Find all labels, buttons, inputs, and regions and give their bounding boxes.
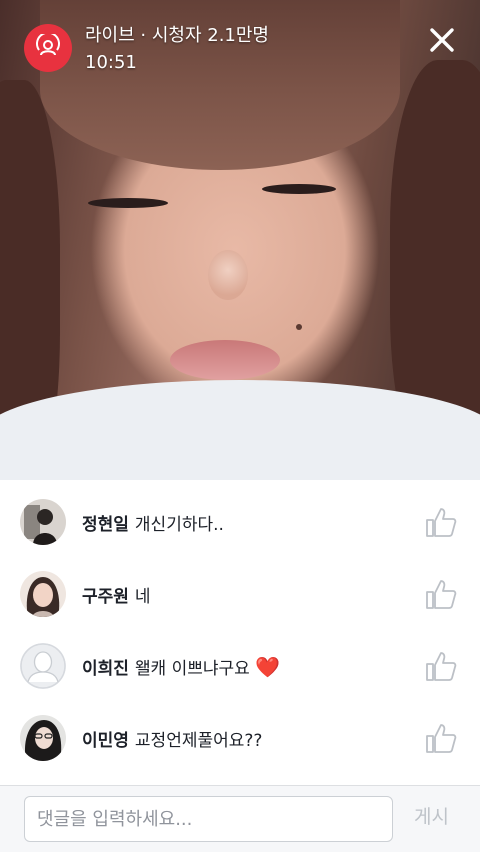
default-avatar-icon[interactable] [20, 643, 66, 689]
video-content [262, 184, 336, 194]
comment-text: 이희진 왤캐 이쁘냐구요 ❤️ [82, 654, 280, 679]
comment-text: 정현일 개신기하다.. [82, 510, 224, 535]
comment-composer: 게시 [0, 785, 480, 852]
thumbs-up-icon[interactable] [424, 577, 458, 611]
live-video-screen: 라이브 · 시청자 2.1만명 10:51 정현일 개신기하다.. 구주원 네 … [0, 0, 480, 852]
comment-author[interactable]: 이민영 [82, 731, 129, 751]
avatar[interactable] [20, 571, 66, 617]
comment-body: 교정언제풀어요?? [134, 730, 263, 751]
close-button[interactable] [424, 22, 460, 58]
thumbs-up-icon[interactable] [424, 649, 458, 683]
comment-item: 이희진 왤캐 이쁘냐구요 ❤️ [0, 630, 480, 702]
comment-item: 정현일 개신기하다.. [0, 486, 480, 558]
comment-text: 이민영 교정언제풀어요?? [82, 726, 262, 751]
comment-author[interactable]: 이희진 [82, 659, 129, 679]
close-icon [430, 28, 454, 52]
thumbs-up-icon[interactable] [424, 505, 458, 539]
comment-body: 개신기하다.. [134, 514, 224, 535]
video-content [296, 324, 302, 330]
video-content [170, 340, 280, 380]
comment-author[interactable]: 구주원 [82, 587, 129, 607]
comment-list: 정현일 개신기하다.. 구주원 네 이희진 왤캐 이쁘냐구요 ❤️ 이민영 교정… [0, 480, 480, 785]
comment-input[interactable] [24, 796, 393, 842]
comment-item: 이민영 교정언제풀어요?? [0, 702, 480, 774]
comment-body: 왤캐 이쁘냐구요 [134, 658, 250, 679]
live-broadcast-icon [24, 24, 72, 72]
video-content [208, 250, 248, 300]
heart-emoji: ❤️ [255, 654, 281, 679]
video-content [0, 380, 480, 480]
thumbs-up-icon[interactable] [424, 721, 458, 755]
avatar[interactable] [20, 715, 66, 761]
avatar-image [20, 571, 66, 617]
live-broadcast-glyph [36, 34, 60, 56]
live-header: 라이브 · 시청자 2.1만명 10:51 [85, 24, 269, 75]
live-viewer-status: 라이브 · 시청자 2.1만명 [85, 25, 269, 46]
default-avatar-glyph [20, 643, 66, 689]
avatar[interactable] [20, 499, 66, 545]
comment-item: 구주원 네 [0, 558, 480, 630]
live-time: 10:51 [85, 52, 137, 73]
comment-body: 네 [134, 586, 151, 607]
avatar-image [20, 715, 66, 761]
post-button[interactable]: 게시 [414, 802, 449, 829]
comment-author[interactable]: 정현일 [82, 515, 129, 535]
avatar-image [20, 499, 66, 545]
comment-text: 구주원 네 [82, 582, 151, 607]
video-content [88, 198, 168, 208]
